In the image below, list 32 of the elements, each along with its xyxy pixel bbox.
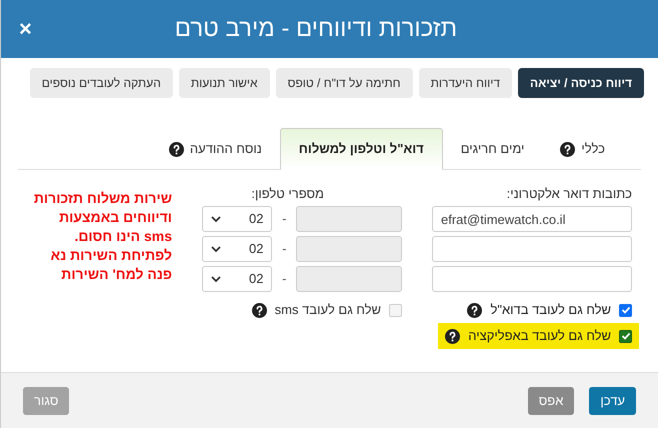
checkbox[interactable]: [619, 304, 632, 316]
chevron-icon: [211, 216, 221, 222]
email-field[interactable]: efrat@timewatch.co.il: [432, 206, 632, 232]
sms-blocked-notice: שירות משלוח תזכורות ודיווחים באמצעות sms הינו חסום. לפתיחת השירות נא פנה למח' השירות: [34, 189, 172, 284]
checkbox-label: שלח גם לעובד בדוא"ל: [490, 301, 611, 320]
nav-button[interactable]: חתימה על דו"ח / טופס: [276, 68, 413, 98]
email-field[interactable]: [432, 266, 632, 292]
primary-button[interactable]: עדכן: [589, 386, 636, 414]
chevron-icon: [211, 276, 221, 282]
tab[interactable]: כללי: [542, 128, 623, 170]
tab[interactable]: ימים חריגים: [442, 128, 542, 170]
checkbox[interactable]: [619, 330, 632, 342]
tab[interactable]: נוסח ההודעה: [150, 128, 280, 170]
dash: -: [281, 270, 288, 288]
field-label: כתובות דואר אלקטרוני:: [506, 185, 632, 203]
help-icon: [445, 328, 460, 344]
help-icon: [252, 302, 267, 318]
nav-button[interactable]: אישור תנועות: [178, 68, 270, 98]
field-label: מספרי טלפון:: [250, 185, 325, 203]
checkbox-label: שלח גם לעובד sms: [274, 301, 381, 320]
dash: -: [281, 240, 288, 258]
email-field[interactable]: [432, 236, 632, 262]
nav-button[interactable]: דיווח כניסה / יציאה: [518, 68, 644, 98]
window-title: תזכורות ודיווחים - מירב טרם: [174, 14, 458, 44]
nav-button[interactable]: דיווח היעדרות: [418, 68, 512, 98]
nav-button[interactable]: העתקה לעובדים נוספים: [30, 68, 173, 98]
checkbox-label: שלח גם לעובד באפליקציה: [468, 327, 611, 346]
chevron-icon: [211, 246, 221, 252]
help-icon: [467, 302, 482, 318]
dash: -: [281, 210, 288, 228]
tab[interactable]: דוא"ל וטלפון למשלוח: [280, 128, 443, 170]
close-button[interactable]: ×: [19, 18, 32, 40]
